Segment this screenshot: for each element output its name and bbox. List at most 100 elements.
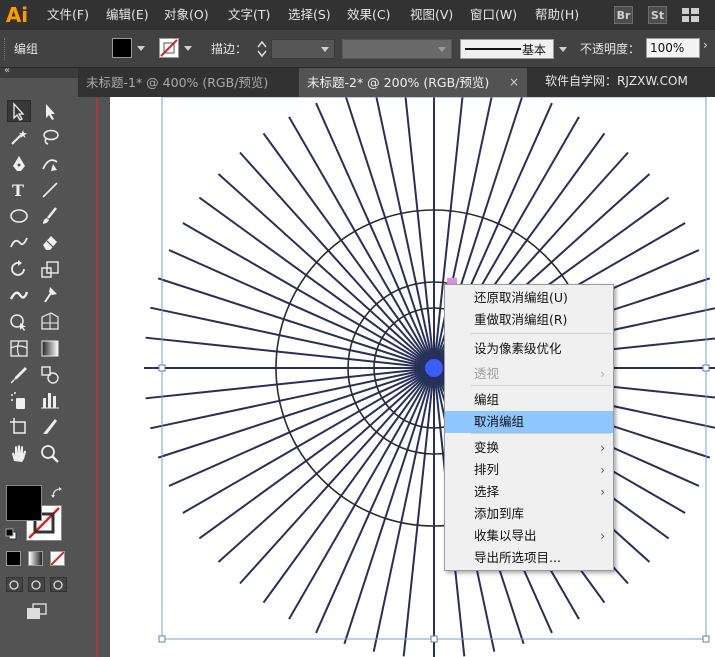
artwork[interactable] — [110, 97, 715, 657]
ellipse-tool-icon[interactable] — [8, 206, 30, 226]
fill-color-proxy[interactable] — [6, 485, 42, 521]
ctx-item-export-selection[interactable]: 导出所选项目... — [445, 547, 613, 569]
artboard-tool-icon[interactable] — [8, 416, 30, 436]
radial-line — [315, 102, 435, 369]
ctx-item-redo-ungroup[interactable]: 重做取消编组(R) — [445, 309, 613, 331]
ctx-item-label: 重做取消编组(R) — [474, 312, 568, 327]
ctx-item-transform[interactable]: 变换 › — [445, 437, 613, 459]
ctx-item-select[interactable]: 选择 › — [445, 481, 613, 503]
ctx-item-group[interactable]: 编组 — [445, 389, 613, 411]
lasso-tool-icon[interactable] — [39, 127, 61, 147]
brush-definition-field[interactable]: 基本 — [460, 39, 554, 59]
context-menu: 还原取消编组(U) 重做取消编组(R) 设为像素级优化 透视 › 编组 取消编组 变换 › 排列 ›… — [444, 284, 614, 571]
ctx-item-arrange[interactable]: 排列 › — [445, 459, 613, 481]
menu-help[interactable]: 帮助(H) — [535, 0, 579, 30]
menu-file[interactable]: 文件(F) — [47, 0, 89, 30]
brush-stroke-preview — [465, 48, 521, 50]
width-tool-icon[interactable] — [8, 285, 30, 305]
pen-tool-icon[interactable] — [8, 154, 30, 174]
column-graph-tool-icon[interactable] — [39, 390, 61, 410]
collapse-panel-icon[interactable]: « — [4, 65, 10, 76]
symbol-sprayer-tool-icon[interactable] — [8, 390, 30, 410]
variable-width-profile[interactable] — [342, 39, 452, 59]
direct-selection-tool-icon[interactable] — [39, 101, 61, 121]
menu-type[interactable]: 文字(T) — [228, 0, 270, 30]
menu-object[interactable]: 对象(O) — [164, 0, 209, 30]
slice-tool-icon[interactable] — [39, 416, 61, 436]
artboard-bleed-guide — [96, 97, 98, 657]
none-mode-icon[interactable] — [50, 551, 65, 566]
eyedropper-tool-icon[interactable] — [8, 364, 30, 384]
rotate-tool-icon[interactable] — [8, 259, 30, 279]
draw-inside-icon[interactable] — [50, 577, 67, 592]
submenu-arrow-icon: › — [600, 529, 605, 543]
scale-tool-icon[interactable] — [39, 259, 61, 279]
gradient-tool-icon[interactable] — [39, 338, 61, 358]
svg-text:T: T — [12, 181, 24, 200]
ctx-item-label: 还原取消编组(U) — [474, 290, 568, 305]
menu-window[interactable]: 窗口(W) — [470, 0, 517, 30]
submenu-arrow-icon: › — [600, 485, 605, 499]
close-tab-icon[interactable]: × — [509, 68, 519, 97]
swap-colors-icon[interactable] — [50, 486, 64, 500]
watermark-text: 软件自学网：RJZXW.COM — [545, 74, 688, 88]
fill-dropdown-icon[interactable] — [137, 46, 145, 51]
opacity-field[interactable]: 100% — [646, 38, 700, 58]
bridge-button[interactable]: Br — [614, 6, 633, 24]
blend-tool-icon[interactable] — [39, 364, 61, 384]
variable-width-dropdown-icon[interactable] — [438, 47, 446, 52]
selection-tool-icon[interactable] — [7, 100, 31, 122]
ctx-item-ungroup[interactable]: 取消编组 — [445, 411, 613, 433]
stroke-dropdown-icon[interactable] — [184, 46, 192, 51]
fill-swatch[interactable] — [112, 38, 132, 58]
ctx-item-label: 取消编组 — [474, 414, 525, 429]
mesh-tool-icon[interactable] — [8, 338, 30, 358]
perspective-grid-tool-icon[interactable] — [39, 311, 61, 331]
bounding-box-handle — [158, 364, 166, 372]
ctx-item-add-to-library[interactable]: 添加到库 — [445, 503, 613, 525]
workspace-grid-icon[interactable] — [681, 6, 701, 24]
magic-wand-tool-icon[interactable] — [8, 127, 30, 147]
ctx-item-undo-ungroup[interactable]: 还原取消编组(U) — [445, 287, 613, 309]
tab-label: 未标题-1* @ 400% (RGB/预览) — [86, 75, 269, 90]
color-mode-icon[interactable] — [6, 551, 21, 566]
stock-button[interactable]: St — [648, 6, 667, 24]
draw-normal-icon[interactable] — [6, 577, 23, 592]
draw-behind-icon[interactable] — [28, 577, 45, 592]
paintbrush-tool-icon[interactable] — [39, 206, 61, 226]
puppet-warp-tool-icon[interactable] — [39, 285, 61, 305]
brush-dropdown-icon[interactable] — [559, 47, 567, 52]
tab-untitled-2[interactable]: 未标题-2* @ 200% (RGB/预览) × — [299, 68, 527, 97]
ctx-item-label: 导出所选项目... — [474, 550, 561, 565]
screen-mode-icon[interactable] — [26, 603, 48, 620]
shaper-tool-icon[interactable] — [8, 232, 30, 252]
ctx-item-collect-for-export[interactable]: 收集以导出 › — [445, 525, 613, 547]
stroke-swatch[interactable] — [159, 38, 179, 58]
radial-line — [315, 367, 435, 634]
shape-builder-tool-icon[interactable] — [8, 311, 30, 331]
type-tool-icon[interactable]: T — [8, 180, 30, 200]
menu-select[interactable]: 选择(S) — [288, 0, 331, 30]
opacity-arrow-icon[interactable]: › — [703, 38, 715, 60]
document-tab-bar: 未标题-1* @ 400% (RGB/预览) 未标题-2* @ 200% (RG… — [78, 68, 715, 97]
bounding-box-handle — [702, 364, 710, 372]
menu-effect[interactable]: 效果(C) — [347, 0, 390, 30]
line-tool-icon[interactable] — [39, 180, 61, 200]
submenu-arrow-icon: › — [600, 441, 605, 455]
default-colors-icon[interactable] — [5, 528, 17, 540]
tab-untitled-1[interactable]: 未标题-1* @ 400% (RGB/预览) — [78, 68, 299, 97]
menu-view[interactable]: 视图(V) — [410, 0, 453, 30]
ctx-item-make-pixel-perfect[interactable]: 设为像素级优化 — [445, 338, 613, 360]
hand-tool-icon[interactable] — [8, 443, 30, 463]
stroke-weight-dropdown-icon[interactable] — [321, 47, 329, 52]
gradient-mode-icon[interactable] — [28, 551, 43, 566]
eraser-tool-icon[interactable] — [39, 232, 61, 252]
stroke-stepper-icon[interactable] — [256, 39, 268, 59]
ctx-item-label: 变换 — [474, 440, 500, 455]
zoom-tool-icon[interactable] — [39, 443, 61, 463]
menu-separator — [471, 333, 611, 334]
ctx-item-label: 透视 — [474, 366, 500, 381]
menu-edit[interactable]: 编辑(E) — [106, 0, 149, 30]
ctx-item-perspective[interactable]: 透视 › — [445, 363, 613, 385]
curvature-tool-icon[interactable] — [39, 154, 61, 174]
